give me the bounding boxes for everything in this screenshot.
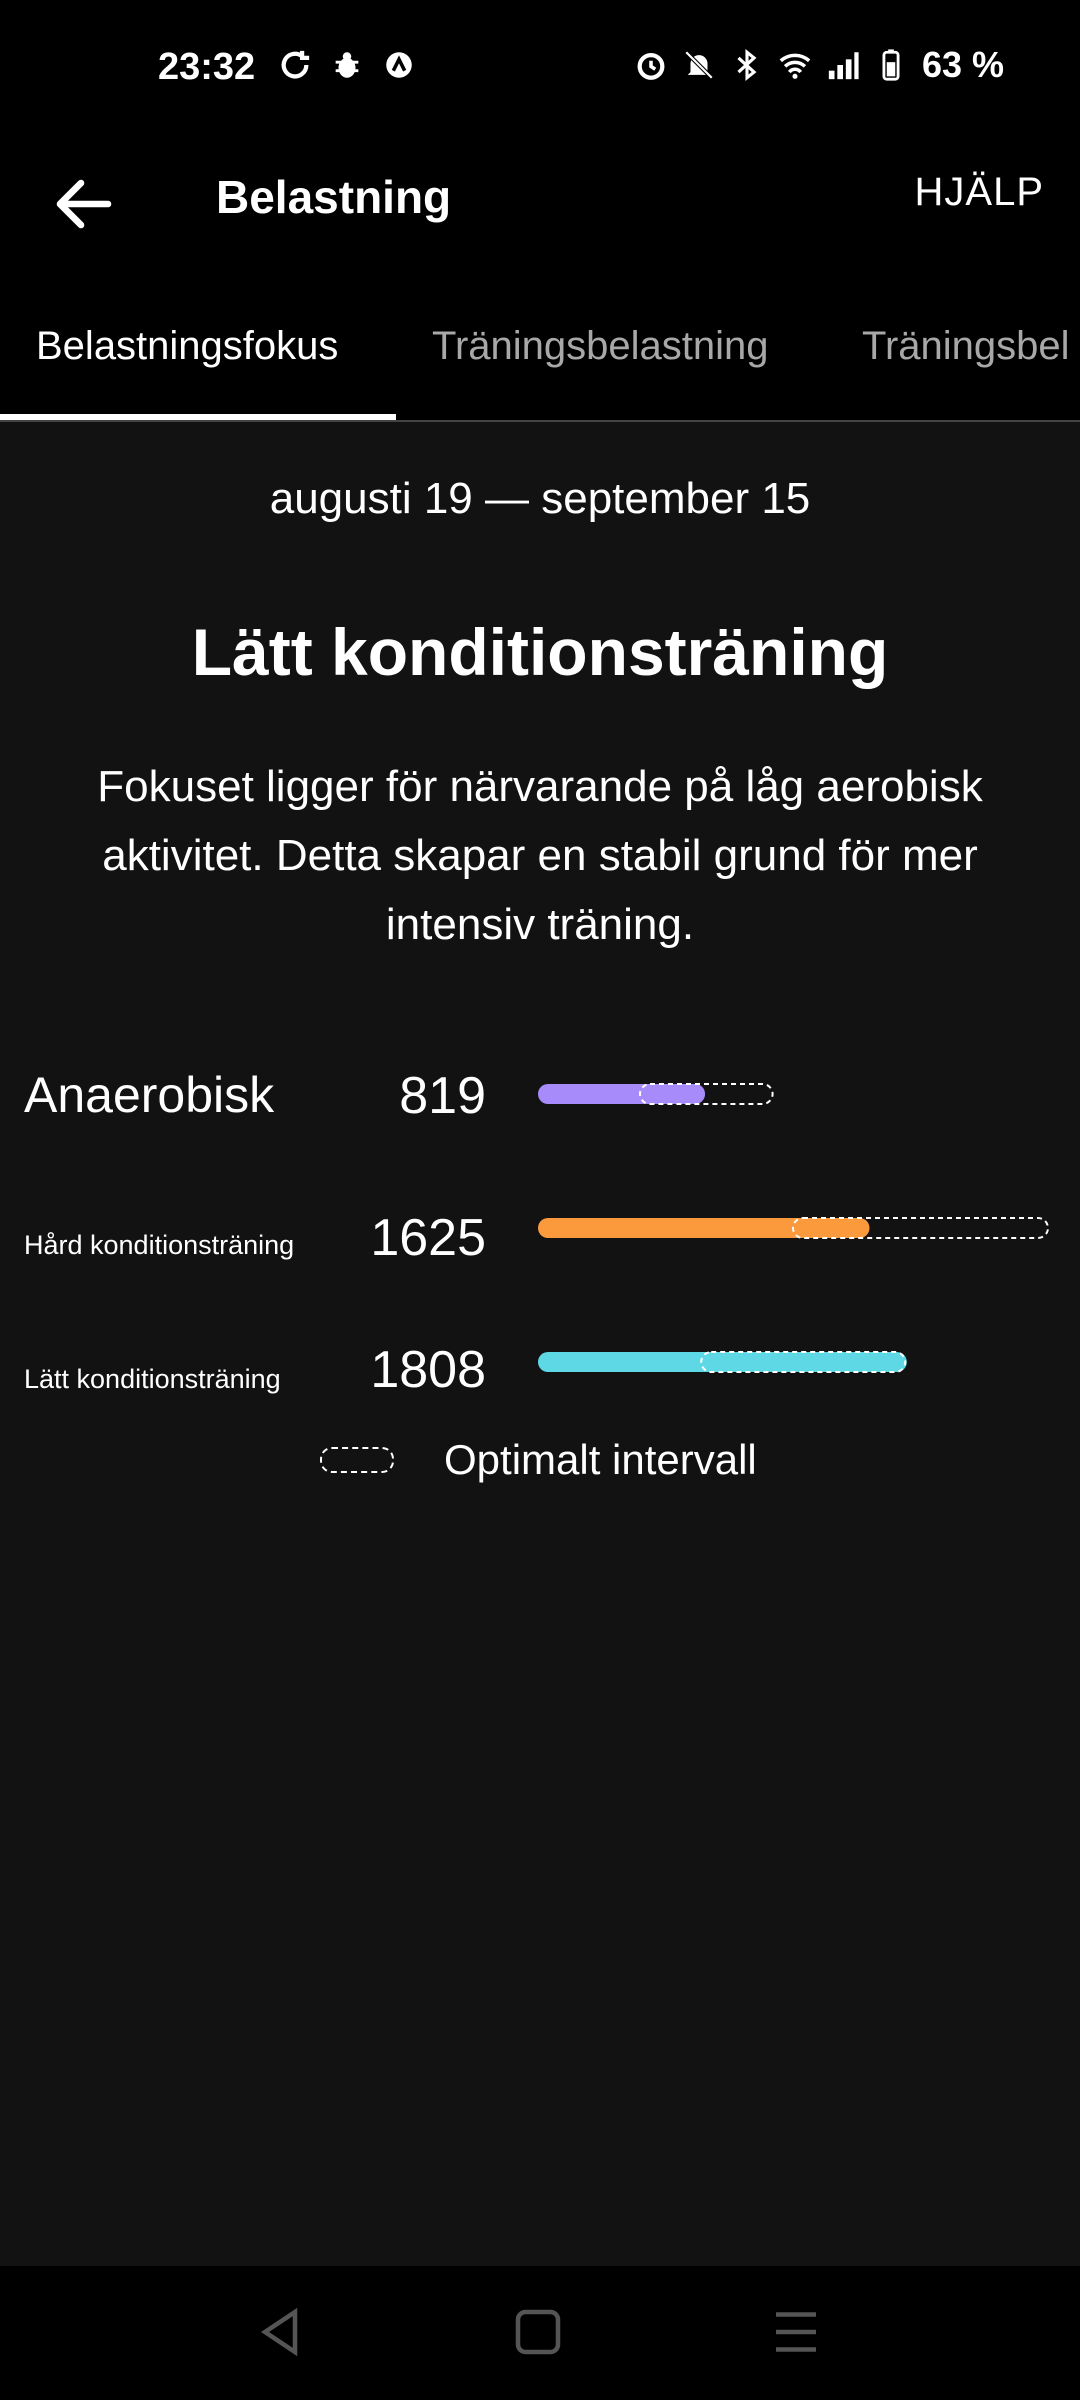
status-right: 63 % [634,44,1004,86]
row-value-hard-kondition: 1625 [370,1209,486,1267]
date-range: augusti 19 — september 15 [269,474,811,523]
optimal-range-swatch [320,1447,394,1473]
status-left-icons [278,48,416,82]
tab-bar: Belastningsfokus Träningsbelastning Trän… [0,280,1080,422]
vpn-icon [386,52,412,78]
nav-back-icon[interactable] [250,2302,310,2362]
bar-fill-2 [538,1352,907,1372]
battery-icon [882,49,900,81]
tab-traningsbel[interactable]: Träningsbel [862,324,1070,369]
bluetooth-icon [737,49,757,81]
tab-indicator [0,414,396,420]
row-label-latt-kondition: Lätt konditionsträning [24,1364,281,1394]
legend: Optimalt intervall [320,1436,757,1484]
status-bar: 23:32 63 % [0,0,1080,140]
bug-icon [335,52,359,78]
focus-description: Fokuset ligger för närvarande på låg aer… [97,762,983,949]
row-label-anaerobisk: Anaerobisk [24,1067,275,1123]
nav-menu-icon[interactable] [766,2302,826,2362]
battery-percent: 63 % [921,44,1004,85]
navigation-bar [0,2266,1080,2400]
bar-hard-kondition [538,1217,1049,1239]
mute-icon [684,50,714,80]
row-label-hard-kondition: Hård konditionsträning [24,1230,295,1260]
nav-home-icon[interactable] [508,2302,568,2362]
row-value-anaerobisk: 819 [399,1067,486,1125]
wifi-icon [779,53,811,79]
bar-fill-0 [538,1084,706,1104]
tab-traningsbelastning[interactable]: Träningsbelastning [432,324,769,369]
page-title: Belastning [216,171,452,223]
bar-fill-1 [538,1218,870,1238]
status-time: 23:32 [158,46,256,88]
tab-belastningsfokus[interactable]: Belastningsfokus [36,324,338,369]
help-button[interactable]: HJÄLP [915,170,1045,215]
legend-label: Optimalt intervall [444,1436,757,1483]
row-value-latt-kondition: 1808 [370,1341,486,1399]
alarm-icon [637,52,665,80]
focus-title: Lätt konditionsträning [191,615,889,689]
bar-anaerobisk [538,1083,774,1105]
back-arrow-icon[interactable] [48,168,120,240]
bar-latt-kondition [538,1351,907,1373]
sync-icon [281,50,310,79]
app-bar: Belastning HJÄLP [0,140,1080,280]
signal-icon [828,52,859,80]
